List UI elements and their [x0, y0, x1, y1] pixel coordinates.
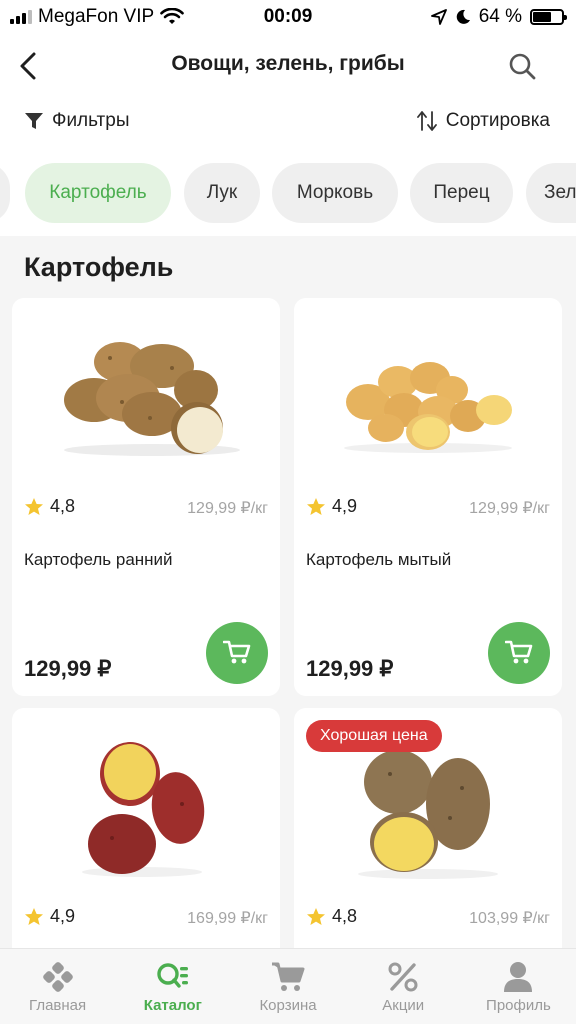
add-to-cart-button[interactable]: [206, 622, 268, 684]
unit-price: 169,99 ₽/кг: [187, 910, 268, 927]
rating: 4,8: [306, 906, 357, 927]
cart-icon: [272, 962, 305, 991]
star-icon: [25, 907, 43, 925]
header: Овощи, зелень, грибы: [0, 40, 576, 92]
rating-value: 4,8: [332, 906, 358, 926]
toolbar: Фильтры Сортировка: [0, 108, 576, 144]
section-title: Картофель: [24, 252, 174, 282]
product-price: 129,99 ₽: [24, 656, 112, 681]
product-card[interactable]: Хорошая цена 4,8 103,99 ₽/кг: [294, 708, 562, 948]
sort-label: Сортировка: [445, 110, 550, 131]
chip-previous-partial[interactable]: [0, 163, 10, 223]
product-image: [12, 298, 280, 478]
tab-label: Главная: [29, 997, 87, 1014]
tab-profile[interactable]: Профиль: [461, 949, 576, 1024]
bottom-tab-bar: Главная Каталог Корзина Акции Профиль: [0, 948, 576, 1024]
product-list: Картофель 4,8 129,99 ₽/кг Картофель ранн…: [0, 236, 576, 948]
cart-icon: [223, 640, 251, 664]
tab-label: Профиль: [486, 997, 551, 1014]
rating-value: 4,8: [50, 496, 76, 516]
unit-price: 129,99 ₽/кг: [187, 500, 268, 517]
product-image: [294, 298, 562, 478]
tab-cart[interactable]: Корзина: [230, 949, 345, 1024]
product-card[interactable]: 4,9 169,99 ₽/кг: [12, 708, 280, 948]
product-image: [12, 708, 280, 888]
add-to-cart-button[interactable]: [488, 622, 550, 684]
tab-catalog[interactable]: Каталог: [115, 949, 230, 1024]
chip-zelen-partial[interactable]: Зел: [526, 163, 576, 223]
star-icon: [307, 497, 325, 515]
sort-arrows-icon: [416, 111, 437, 131]
rating-value: 4,9: [50, 906, 76, 926]
product-card[interactable]: 4,9 129,99 ₽/кг Картофель мытый 129,99 ₽: [294, 298, 562, 696]
rating: 4,8: [24, 496, 75, 517]
percent-icon: [388, 962, 418, 992]
battery-percent: 64 %: [478, 6, 522, 27]
status-right: 64 %: [430, 6, 567, 28]
catalog-icon: [157, 963, 188, 988]
filters-button[interactable]: Фильтры: [24, 110, 129, 132]
category-chips: Картофель Лук Морковь Перец Зел: [0, 163, 576, 225]
chip-perets[interactable]: Перец: [410, 163, 513, 223]
sort-button[interactable]: Сортировка: [416, 110, 550, 132]
filters-label: Фильтры: [52, 110, 130, 131]
tab-label: Каталог: [143, 997, 202, 1014]
rating: 4,9: [306, 496, 357, 517]
page-title: Овощи, зелень, грибы: [171, 52, 405, 75]
chip-morkov[interactable]: Морковь: [272, 163, 398, 223]
star-icon: [25, 497, 43, 515]
unit-price: 129,99 ₽/кг: [469, 500, 550, 517]
star-icon: [307, 907, 325, 925]
good-price-badge: Хорошая цена: [306, 720, 442, 752]
home-icon: [42, 962, 73, 992]
tab-promotions[interactable]: Акции: [346, 949, 461, 1024]
chip-luk[interactable]: Лук: [184, 163, 260, 223]
status-bar: MegaFon VIP 00:09 64 %: [0, 0, 576, 34]
do-not-disturb-moon-icon: [456, 9, 470, 24]
location-arrow-icon: [430, 9, 447, 25]
search-button[interactable]: [504, 48, 540, 84]
product-price: 129,99 ₽: [306, 656, 394, 681]
tab-label: Акции: [382, 997, 425, 1014]
profile-icon: [504, 962, 533, 992]
chip-kartofel[interactable]: Картофель: [25, 163, 171, 223]
battery-fill: [533, 12, 551, 22]
unit-price: 103,99 ₽/кг: [469, 910, 550, 927]
cart-icon: [505, 640, 533, 664]
product-name: Картофель ранний: [24, 550, 173, 569]
rating-value: 4,9: [332, 496, 358, 516]
tab-label: Корзина: [259, 997, 317, 1014]
search-icon: [509, 53, 536, 80]
tab-home[interactable]: Главная: [0, 949, 115, 1024]
product-card[interactable]: 4,8 129,99 ₽/кг Картофель ранний 129,99 …: [12, 298, 280, 696]
filter-funnel-icon: [25, 113, 43, 129]
rating: 4,9: [24, 906, 75, 927]
product-name: Картофель мытый: [306, 550, 452, 569]
battery-icon: [530, 9, 567, 25]
